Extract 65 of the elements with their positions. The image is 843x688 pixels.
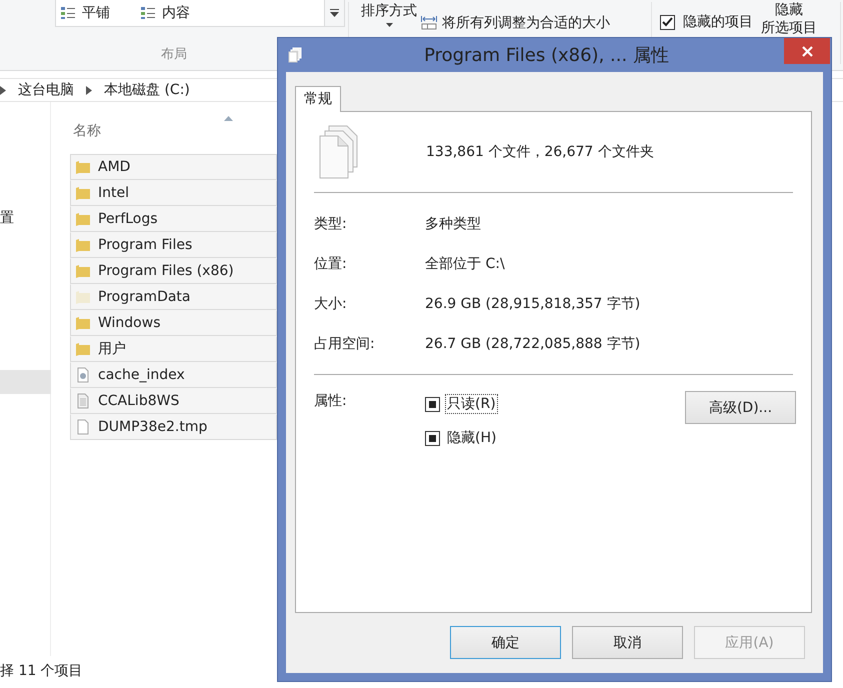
window-title: Program Files (x86), ... 属性 — [423, 44, 670, 67]
group-label: 布局 — [161, 46, 187, 63]
file-row[interactable]: PerfLogs — [70, 206, 277, 232]
file-row[interactable]: Windows — [70, 310, 277, 336]
breadcrumb[interactable]: 本地磁盘 (C:) — [100, 81, 194, 99]
file-row[interactable]: ProgramData — [70, 284, 277, 310]
breadcrumb[interactable]: 这台电脑 — [14, 81, 78, 99]
field-label: 类型: — [314, 215, 348, 234]
close-button[interactable] — [784, 38, 830, 64]
field-value: 26.7 GB (28,722,085,888 字节) — [425, 335, 642, 354]
field-label: 占用空间: — [314, 335, 376, 354]
field-value: 全部位于 C:\ — [425, 255, 506, 274]
folder-icon — [75, 185, 91, 201]
attribute-checkbox[interactable]: 只读(R) — [425, 394, 685, 414]
column-width-icon — [421, 16, 437, 30]
nav-item[interactable]: 置 — [0, 206, 50, 230]
list-icon — [140, 6, 156, 20]
file-row[interactable]: 用户 — [70, 336, 277, 362]
field-label: 位置: — [314, 255, 348, 274]
folder-icon — [75, 159, 91, 175]
dialog-button[interactable]: 取消 — [572, 626, 683, 659]
file-row[interactable]: Program Files (x86) — [70, 258, 277, 284]
file-row[interactable]: Intel — [70, 180, 277, 206]
folder-icon — [75, 289, 91, 305]
file-row[interactable]: cache_index — [70, 362, 277, 388]
field-label: 大小: — [314, 295, 348, 314]
caret-icon — [330, 9, 339, 17]
list-icon — [60, 6, 76, 20]
documents-icon — [288, 47, 302, 63]
file-row[interactable]: AMD — [70, 154, 277, 180]
file-row[interactable]: Program Files — [70, 232, 277, 258]
folder-icon — [75, 341, 91, 357]
folder-icon — [75, 315, 91, 331]
folder-icon — [75, 263, 91, 279]
file-icon — [75, 367, 91, 383]
file-icon — [75, 393, 91, 409]
hide-selected-button[interactable]: 隐藏 所选项目 — [761, 1, 817, 37]
layout-option[interactable]: 内容 — [140, 4, 190, 22]
attribute-checkbox[interactable]: 隐藏(H) — [425, 428, 685, 448]
folder-icon — [75, 211, 91, 227]
layout-option[interactable]: 平铺 — [60, 4, 110, 22]
advanced-button[interactable]: 高级(D)... — [685, 391, 796, 424]
field-value: 26.9 GB (28,915,818,357 字节) — [425, 295, 642, 314]
field-value: 多种类型 — [425, 215, 482, 234]
tab[interactable]: 常规 — [295, 86, 341, 112]
chevron-icon — [0, 86, 6, 94]
file-row[interactable]: DUMP38e2.tmp — [70, 414, 277, 440]
folder-icon — [75, 237, 91, 253]
check-icon — [662, 17, 673, 27]
sort-caret-icon — [224, 116, 233, 121]
chevron-icon — [86, 86, 92, 94]
column-header[interactable]: 名称 — [70, 102, 277, 154]
hidden-items-checkbox[interactable]: 隐藏的项目 — [660, 13, 753, 31]
field-label: 属性: — [314, 392, 348, 411]
status-text: 择 11 个项目 — [0, 662, 83, 680]
close-icon — [802, 46, 812, 56]
file-icon — [75, 419, 91, 435]
summary-text: 133,861 个文件，26,677 个文件夹 — [426, 143, 654, 161]
documents-icon — [319, 125, 359, 179]
caret-icon — [386, 23, 392, 27]
gallery-more-button[interactable] — [324, 0, 344, 26]
fit-columns-button[interactable]: 将所有列调整为合适的大小 — [421, 14, 610, 32]
dialog-button[interactable]: 确定 — [450, 626, 561, 659]
file-row[interactable]: CCALib8WS — [70, 388, 277, 414]
sort-button[interactable]: 排序方式 — [361, 2, 417, 27]
